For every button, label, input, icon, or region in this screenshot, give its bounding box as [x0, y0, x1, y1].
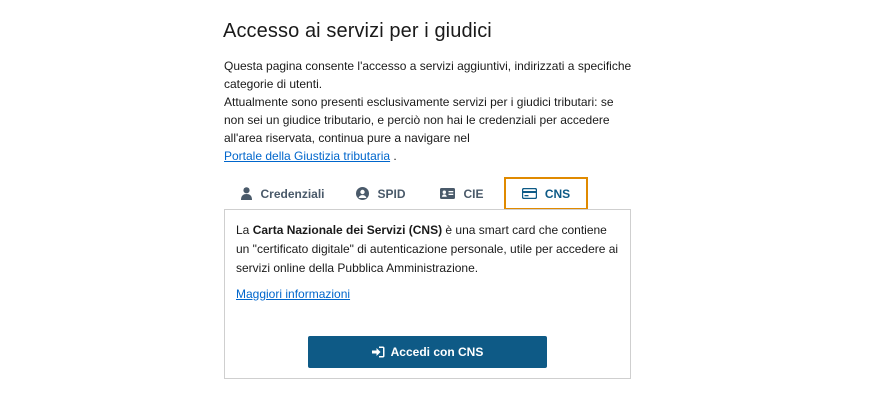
intro-text: Questa pagina consente l'accesso a servi… — [224, 57, 634, 165]
cns-panel: La Carta Nazionale dei Servizi (CNS) è u… — [224, 209, 631, 379]
tab-spid-label: SPID — [377, 186, 406, 201]
tab-credenziali[interactable]: Credenziali — [224, 177, 342, 210]
login-cns-button-label: Accedi con CNS — [390, 345, 484, 359]
sign-in-icon — [371, 346, 385, 358]
tab-cie-label: CIE — [463, 186, 484, 201]
cns-desc-bold: Carta Nazionale dei Servizi (CNS) — [252, 223, 443, 237]
intro-end: . — [390, 149, 397, 163]
login-cns-button[interactable]: Accedi con CNS — [308, 336, 547, 368]
intro-paragraph-2: Attualmente sono presenti esclusivamente… — [224, 93, 634, 165]
page-title: Accesso ai servizi per i giudici — [223, 20, 492, 42]
cns-description: La Carta Nazionale dei Servizi (CNS) è u… — [236, 221, 619, 278]
cns-desc-start: La — [236, 223, 253, 237]
spid-user-circle-icon — [356, 187, 370, 200]
tab-cie[interactable]: CIE — [420, 177, 504, 210]
id-card-icon — [440, 188, 456, 199]
tab-cns[interactable]: CNS — [504, 177, 588, 210]
credit-card-icon — [521, 188, 537, 199]
tab-credenziali-label: Credenziali — [260, 186, 325, 201]
more-info-link[interactable]: Maggiori informazioni — [236, 287, 350, 301]
login-tabs: Credenziali SPID CIE CNS — [224, 177, 588, 210]
intro-paragraph-2-text: Attualmente sono presenti esclusivamente… — [224, 95, 614, 145]
tab-cns-label: CNS — [544, 186, 571, 201]
intro-paragraph-1: Questa pagina consente l'accesso a servi… — [224, 59, 632, 91]
user-icon — [241, 187, 253, 200]
tab-spid[interactable]: SPID — [342, 177, 420, 210]
portal-link[interactable]: Portale della Giustizia tributaria — [224, 149, 390, 163]
